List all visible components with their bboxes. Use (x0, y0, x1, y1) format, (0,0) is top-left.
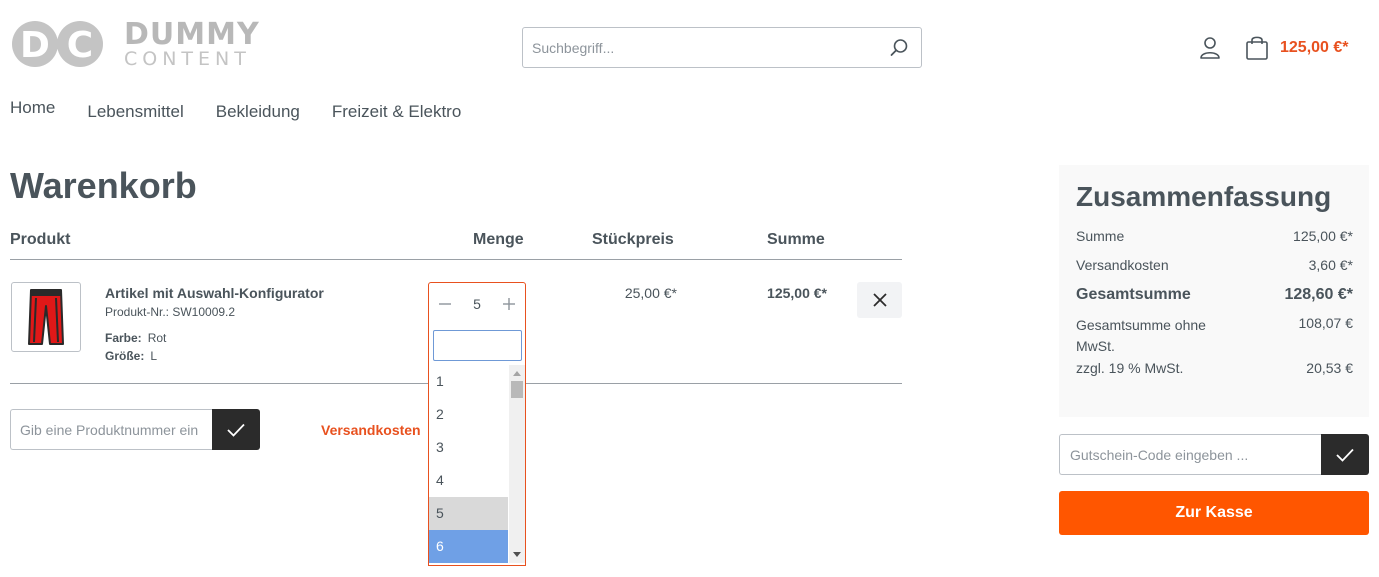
column-header-quantity: Menge (473, 231, 524, 248)
shipping-costs-link[interactable]: Versandkosten (321, 422, 421, 438)
quantity-option-4[interactable]: 4 (429, 464, 508, 497)
logo-line-1: DUMMY (124, 16, 260, 52)
summary-label: Versandkosten (1076, 257, 1169, 273)
option-label: Farbe: (105, 331, 142, 345)
column-header-unit-price: Stückpreis (592, 231, 674, 248)
search-input[interactable] (523, 28, 877, 67)
quantity-option-3[interactable]: 3 (429, 431, 508, 464)
quantity-option-6[interactable]: 6 (429, 530, 508, 563)
column-header-sum: Summe (767, 231, 825, 248)
page-title: Warenkorb (10, 165, 197, 206)
option-value: L (150, 349, 158, 363)
search-button[interactable] (877, 28, 921, 67)
summary-label: zzgl. 19 % MwSt. (1076, 360, 1184, 376)
product-name[interactable]: Artikel mit Auswahl-Konfigurator (105, 285, 324, 301)
minus-icon[interactable] (438, 297, 452, 311)
account-button[interactable] (1197, 35, 1223, 61)
plus-icon[interactable] (502, 297, 516, 311)
nav-item-lebensmittel[interactable]: Lebensmittel (87, 102, 183, 122)
checkout-button[interactable]: Zur Kasse (1059, 491, 1369, 535)
column-header-product: Produkt (10, 231, 71, 248)
add-product-button[interactable] (212, 409, 260, 450)
apply-voucher-button[interactable] (1321, 434, 1369, 475)
dropdown-scrollbar[interactable] (509, 365, 525, 563)
pants-image (28, 289, 64, 345)
quantity-option-1[interactable]: 1 (429, 365, 508, 398)
unit-price: 25,00 €* (624, 285, 677, 301)
svg-text:D: D (20, 25, 50, 66)
scrollbar-thumb[interactable] (511, 381, 523, 398)
svg-text:C: C (67, 25, 93, 66)
line-total: 125,00 €* (767, 285, 827, 301)
summary-value: 3,60 €* (1308, 257, 1353, 273)
cart-total: 125,00 €* (1280, 39, 1349, 56)
nav-item-bekleidung[interactable]: Bekleidung (216, 102, 300, 122)
check-icon (1336, 448, 1354, 462)
search-bar (522, 27, 922, 68)
product-number: Produkt-Nr.: SW10009.2 (105, 305, 236, 319)
summary-value: 20,53 € (1306, 360, 1353, 376)
logo[interactable]: D C DUMMY CONTENT (10, 18, 260, 70)
nav-item-home[interactable]: Home (10, 98, 55, 118)
close-icon (872, 293, 887, 307)
quantity-dropdown: 1 2 3 4 5 6 (428, 325, 526, 566)
voucher-code-input[interactable] (1059, 434, 1321, 475)
cart-icon (1246, 36, 1268, 60)
scroll-down-arrow-icon[interactable] (513, 552, 521, 557)
logo-text: DUMMY CONTENT (124, 16, 260, 70)
product-image[interactable] (11, 282, 81, 352)
logo-line-2: CONTENT (124, 47, 251, 70)
quantity-filter-input[interactable] (433, 330, 522, 361)
voucher-form (1059, 434, 1369, 475)
nav-item-freizeit-elektro[interactable]: Freizeit & Elektro (332, 102, 461, 122)
quantity-option-5[interactable]: 5 (429, 497, 508, 530)
option-label: Größe: (105, 349, 145, 363)
summary-label: Gesamtsumme (1076, 286, 1191, 303)
quantity-select[interactable]: 5 (428, 282, 526, 326)
scroll-up-arrow-icon[interactable] (513, 371, 521, 376)
cart-table-header: Produkt Menge Stückpreis Summe (10, 230, 902, 260)
option-value: Rot (147, 331, 167, 345)
remove-item-button[interactable] (857, 282, 902, 318)
summary-title: Zusammenfassung (1076, 181, 1332, 212)
summary-label: Summe (1076, 228, 1125, 244)
product-option-color: Farbe: Rot (105, 331, 166, 345)
summary-label: Gesamtsumme ohne MwSt. (1076, 317, 1206, 354)
cart-button[interactable]: 125,00 €* (1245, 35, 1349, 61)
quantity-option-2[interactable]: 2 (429, 398, 508, 431)
summary-value: 108,07 € (1298, 315, 1354, 331)
check-icon (227, 423, 245, 437)
product-number-input[interactable] (10, 409, 212, 450)
summary-value: 128,60 €* (1284, 286, 1353, 303)
add-product-by-number-form (10, 409, 260, 450)
main-navigation: Home Lebensmittel Bekleidung Freizeit & … (10, 98, 493, 122)
logo-mark: D C (10, 19, 106, 69)
order-summary: Zusammenfassung Summe 125,00 €* Versandk… (1059, 165, 1369, 417)
account-icon (1200, 37, 1220, 59)
quantity-value: 5 (473, 296, 481, 312)
product-option-size: Größe: L (105, 349, 157, 363)
search-icon (890, 38, 908, 56)
summary-value: 125,00 €* (1293, 228, 1353, 244)
